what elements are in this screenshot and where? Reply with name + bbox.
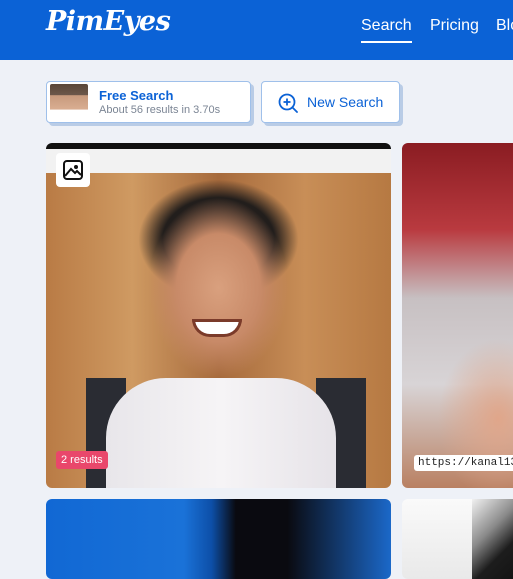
new-search-button[interactable]: New Search (261, 81, 400, 123)
pimeyes-logo[interactable]: PimEyes (46, 6, 171, 37)
nav-blog-link[interactable]: Blo (496, 17, 513, 35)
free-search-title: Free Search (99, 88, 174, 103)
photo-dark-region (472, 499, 513, 579)
nav-search-link[interactable]: Search (361, 17, 412, 43)
result-card[interactable]: 2 results (46, 143, 391, 488)
source-url-label[interactable]: https://kanal13.t (414, 455, 513, 471)
nav-pricing-link[interactable]: Pricing (430, 17, 479, 35)
result-card[interactable] (402, 499, 513, 579)
result-card[interactable] (46, 499, 391, 579)
result-card[interactable]: https://kanal13.t (402, 143, 513, 488)
zoom-in-icon (278, 93, 298, 113)
photo-shirt (106, 378, 336, 488)
results-count-badge: 2 results (56, 451, 108, 469)
image-icon[interactable] (56, 153, 90, 187)
photo-smile (192, 319, 242, 337)
results-summary: About 56 results in 3.70s (99, 104, 221, 116)
query-face-thumbnail (50, 84, 88, 120)
top-navigation-bar: PimEyes Search Pricing Blo (0, 0, 513, 60)
new-search-label: New Search (307, 94, 384, 110)
free-search-card[interactable]: Free Search About 56 results in 3.70s (46, 81, 251, 123)
